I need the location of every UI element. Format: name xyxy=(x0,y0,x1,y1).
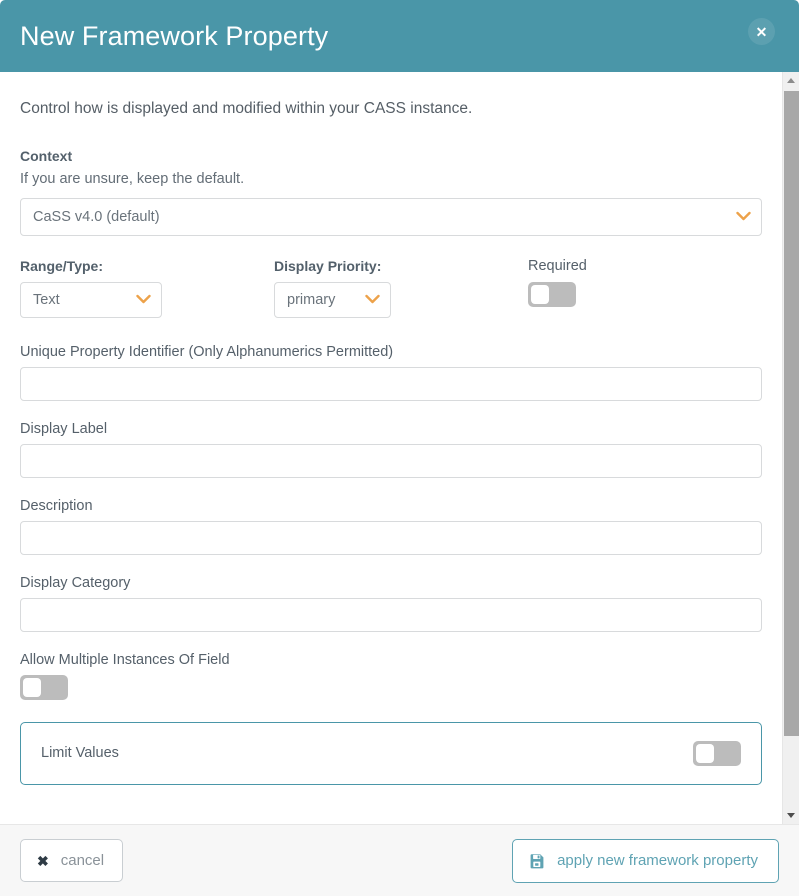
context-select-value: CaSS v4.0 (default) xyxy=(33,208,160,225)
allow-multiple-instances-field-group: Allow Multiple Instances Of Field xyxy=(20,652,762,702)
close-icon[interactable]: ✕ xyxy=(748,18,775,45)
save-icon xyxy=(529,853,545,869)
display-label-input[interactable] xyxy=(20,443,762,478)
limit-values-label: Limit Values xyxy=(41,745,119,762)
toggle-knob xyxy=(531,284,549,304)
required-toggle[interactable] xyxy=(528,281,576,307)
intro-text: Control how is displayed and modified wi… xyxy=(20,100,473,117)
display-priority-select[interactable]: primary xyxy=(274,281,391,318)
limit-values-card: Limit Values xyxy=(20,721,762,785)
display-priority-field-group: Display Priority: primary xyxy=(274,258,528,318)
chevron-down-icon xyxy=(736,209,751,224)
description-input[interactable] xyxy=(20,520,762,555)
display-category-input[interactable] xyxy=(20,597,762,632)
type-priority-required-row: Range/Type: Text Display Priority: prima… xyxy=(20,258,762,318)
apply-new-framework-property-button[interactable]: apply new framework property xyxy=(512,838,779,883)
dialog-body: Control how is displayed and modified wi… xyxy=(0,72,782,824)
scrollbar-thumb[interactable] xyxy=(784,91,799,736)
close-icon: ✖ xyxy=(37,852,49,869)
unique-property-identifier-field-group: Unique Property Identifier (Only Alphanu… xyxy=(20,344,762,401)
range-type-select-value: Text xyxy=(33,291,60,308)
range-type-label: Range/Type: xyxy=(20,257,103,274)
toggle-knob xyxy=(696,743,714,763)
range-type-select[interactable]: Text xyxy=(20,281,162,318)
display-priority-select-value: primary xyxy=(287,291,336,308)
display-category-label: Display Category xyxy=(20,574,131,591)
vertical-scrollbar[interactable] xyxy=(782,72,799,824)
allow-multiple-instances-toggle[interactable] xyxy=(20,674,68,700)
page-title: New Framework Property xyxy=(20,20,329,51)
chevron-down-icon xyxy=(136,292,151,307)
toggle-knob xyxy=(23,677,41,697)
range-type-field-group: Range/Type: Text xyxy=(20,258,274,318)
unique-property-identifier-label: Unique Property Identifier (Only Alphanu… xyxy=(20,343,394,360)
required-field-group: Required xyxy=(528,258,728,318)
allow-multiple-instances-label: Allow Multiple Instances Of Field xyxy=(20,651,230,668)
unique-property-identifier-input[interactable] xyxy=(20,366,762,401)
limit-values-toggle[interactable] xyxy=(693,740,741,766)
display-label-field-group: Display Label xyxy=(20,421,762,478)
dialog-header: New Framework Property ✕ xyxy=(0,0,799,72)
cancel-button[interactable]: ✖ cancel xyxy=(20,839,124,882)
scroll-up-button[interactable] xyxy=(783,72,799,89)
context-helper-text: If you are unsure, keep the default. xyxy=(20,170,245,187)
new-framework-property-dialog: New Framework Property ✕ Control how is … xyxy=(0,0,799,896)
description-label: Description xyxy=(20,497,93,514)
cancel-button-label: cancel xyxy=(60,852,105,869)
display-category-field-group: Display Category xyxy=(20,575,762,632)
chevron-up-icon xyxy=(787,78,795,83)
display-label-label: Display Label xyxy=(20,420,108,437)
description-field-group: Description xyxy=(20,498,762,555)
context-label: Context xyxy=(20,147,73,164)
scroll-down-button[interactable] xyxy=(783,807,799,824)
apply-button-label: apply new framework property xyxy=(557,852,758,869)
chevron-down-icon xyxy=(365,292,380,307)
required-label: Required xyxy=(528,257,587,274)
display-priority-label: Display Priority: xyxy=(274,257,382,274)
dialog-body-scroll-area: Control how is displayed and modified wi… xyxy=(0,72,799,824)
chevron-down-icon xyxy=(787,813,795,818)
context-field-group: Context If you are unsure, keep the defa… xyxy=(20,148,762,236)
context-select[interactable]: CaSS v4.0 (default) xyxy=(20,197,762,236)
dialog-footer: ✖ cancel apply new framework property xyxy=(0,824,799,896)
